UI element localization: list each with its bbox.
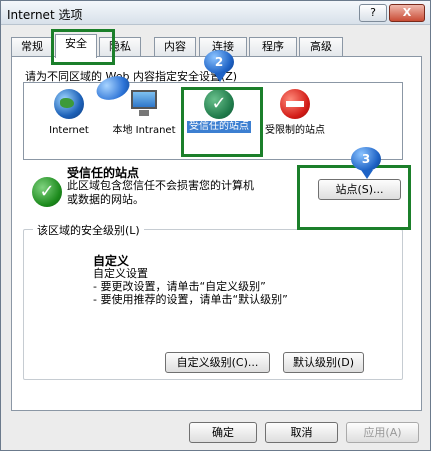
zone-label-intranet: 本地 Intranet [112, 125, 176, 136]
tab-security[interactable]: 安全 [55, 34, 97, 58]
tab-advanced[interactable]: 高级 [299, 37, 343, 57]
selected-zone-check-icon: ✓ [32, 177, 62, 207]
internet-options-dialog: Internet 选项 ? X 常规 安全 隐私 内容 连接 程序 高级 请为不… [0, 0, 431, 451]
apply-button[interactable]: 应用(A) [346, 422, 419, 443]
no-entry-icon [280, 89, 310, 119]
window-title: Internet 选项 [7, 8, 83, 22]
zone-label-restricted: 受限制的站点 [265, 125, 325, 136]
cancel-button[interactable]: 取消 [265, 422, 338, 443]
zone-highlight-box [181, 87, 263, 157]
zone-label-internet: Internet [49, 125, 89, 136]
title-bar: Internet 选项 ? X [1, 1, 430, 25]
sites-highlight-box [297, 165, 411, 230]
security-level-description: 自定义设置 - 要更改设置，请单击“自定义级别” - 要使用推荐的设置，请单击“… [93, 267, 288, 306]
zone-internet[interactable]: Internet [37, 89, 101, 137]
security-level-legend: 该区域的安全级别(L) [33, 222, 144, 238]
close-button[interactable]: X [389, 4, 425, 22]
ok-button[interactable]: 确定 [189, 422, 257, 443]
custom-level-button[interactable]: 自定义级别(C)... [165, 352, 270, 373]
security-level-line: 自定义设置 [93, 267, 148, 280]
tab-general[interactable]: 常规 [11, 37, 53, 57]
security-level-line: - 要使用推荐的设置，请单击“默认级别” [93, 293, 288, 306]
globe-icon [54, 89, 84, 119]
monitor-icon [129, 89, 159, 119]
tab-programs[interactable]: 程序 [249, 37, 297, 57]
default-level-button[interactable]: 默认级别(D) [283, 352, 364, 373]
tab-content[interactable]: 内容 [154, 37, 196, 57]
zone-restricted-sites[interactable]: 受限制的站点 [263, 89, 327, 137]
callout-2-marker: 2 [204, 50, 234, 82]
selected-zone-description: 此区域包含您信任不会损害您的计算机或数据的网站。 [67, 179, 254, 206]
security-level-line: - 要更改设置，请单击“自定义级别” [93, 280, 266, 293]
callout-3-marker: 3 [351, 147, 381, 179]
help-button[interactable]: ? [359, 4, 387, 22]
